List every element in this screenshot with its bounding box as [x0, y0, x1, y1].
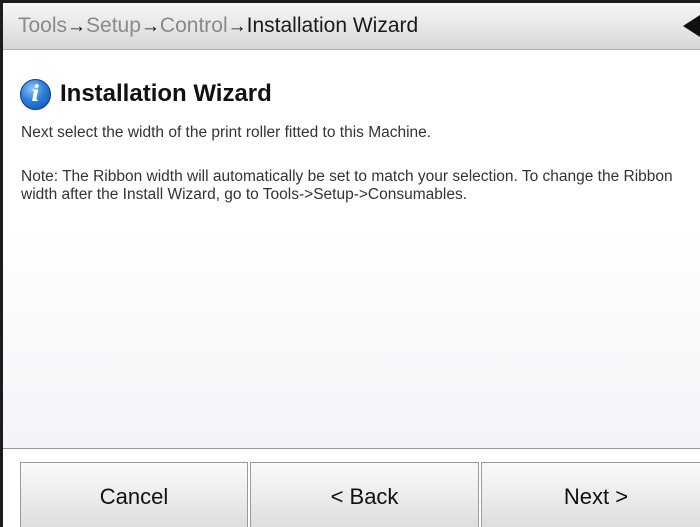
back-button[interactable]: < Back — [250, 462, 479, 527]
breadcrumb: Tools→Setup→Control→Installation Wizard — [18, 13, 418, 40]
breadcrumb-item-control[interactable]: Control — [160, 14, 228, 37]
cancel-button[interactable]: Cancel — [20, 462, 248, 527]
breadcrumb-bar: Tools→Setup→Control→Installation Wizard — [3, 3, 700, 50]
button-bar: Cancel < Back Next > — [3, 448, 700, 527]
info-icon: i — [20, 78, 51, 110]
wizard-window: Tools→Setup→Control→Installation Wizard … — [0, 0, 700, 527]
breadcrumb-item-tools[interactable]: Tools — [18, 14, 67, 37]
wizard-content: i Installation Wizard Next select the wi… — [3, 51, 700, 448]
breadcrumb-item-setup[interactable]: Setup — [86, 14, 141, 37]
back-arrow-icon[interactable] — [683, 15, 700, 37]
title-row: i Installation Wizard — [20, 77, 272, 111]
breadcrumb-separator: → — [67, 16, 87, 37]
instruction-text: Next select the width of the print rolle… — [21, 124, 432, 141]
page-title: Installation Wizard — [60, 80, 272, 107]
note-text: Note: The Ribbon width will automaticall… — [21, 168, 673, 203]
next-button[interactable]: Next > — [481, 462, 700, 527]
breadcrumb-separator: → — [227, 16, 247, 37]
breadcrumb-item-current: Installation Wizard — [246, 14, 419, 37]
breadcrumb-separator: → — [140, 16, 160, 37]
